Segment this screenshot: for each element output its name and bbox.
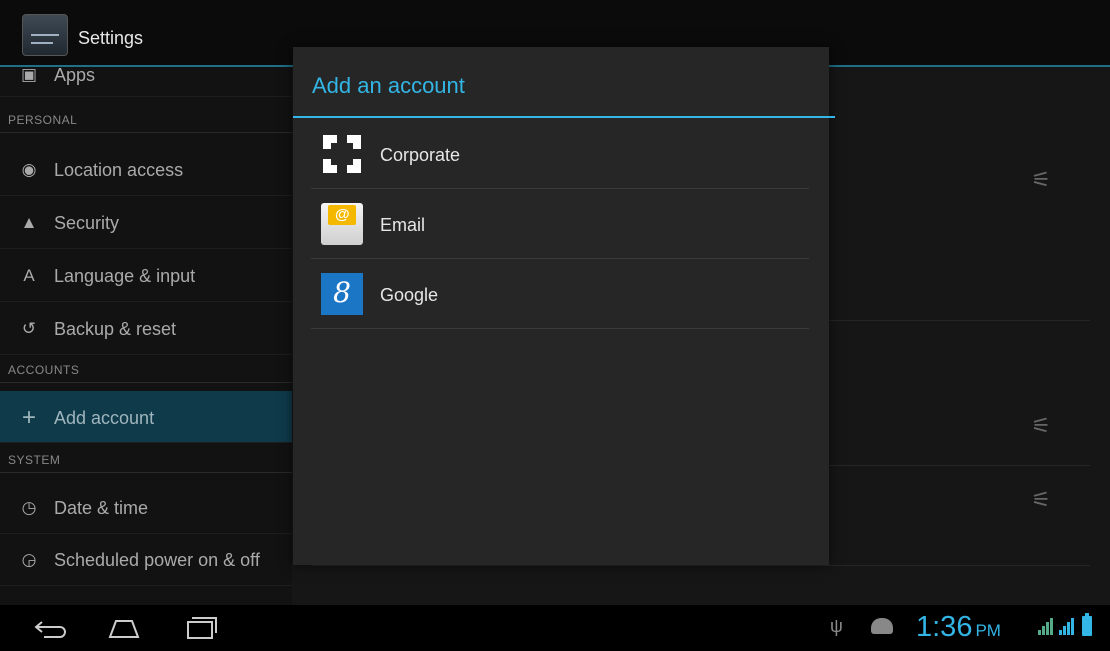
power-schedule-icon: ◶	[21, 550, 37, 569]
clock-icon: ◷	[21, 498, 37, 517]
account-option-label: Corporate	[380, 145, 461, 165]
section-header-label: PERSONAL	[8, 113, 78, 127]
sidebar-item-apps[interactable]: ▣ Apps	[0, 67, 292, 97]
sidebar-item-backup-reset[interactable]: ↺ Backup & reset	[0, 302, 292, 355]
apps-icon: ▣	[20, 67, 38, 84]
sidebar-item-date-time[interactable]: ◷ Date & time	[0, 481, 292, 534]
sidebar-item-label: Security	[54, 213, 120, 233]
sidebar-item-scheduled-power[interactable]: ◶ Scheduled power on & off	[0, 533, 292, 586]
section-header-system: SYSTEM	[0, 447, 292, 473]
account-option-email[interactable]: @ Email	[311, 189, 809, 259]
sidebar-item-add-account[interactable]: + Add account	[0, 391, 292, 443]
dialog-title: Add an account	[312, 73, 465, 98]
language-icon: A	[23, 266, 35, 285]
sidebar-item-label: Date & time	[54, 498, 149, 518]
battery-icon	[1082, 613, 1092, 636]
location-icon: ◉	[21, 160, 37, 179]
sync-settings-icon[interactable]: ⚟	[1028, 487, 1054, 513]
sidebar-item-label: Add account	[54, 408, 155, 428]
sidebar-item-language-input[interactable]: A Language & input	[0, 249, 292, 302]
account-option-corporate[interactable]: Corporate	[311, 119, 809, 189]
sidebar-item-label: Backup & reset	[54, 319, 177, 339]
sync-settings-icon[interactable]: ⚟	[1028, 413, 1054, 439]
system-bar: ψ 1:36 PM	[0, 605, 1110, 651]
status-clock[interactable]: 1:36 PM	[916, 611, 1001, 644]
section-header-accounts: ACCOUNTS	[0, 357, 292, 383]
account-option-label: Email	[380, 215, 426, 235]
home-icon[interactable]	[104, 613, 144, 643]
section-header-personal: PERSONAL	[0, 107, 292, 133]
sidebar-item-label: Scheduled power on & off	[54, 550, 260, 570]
section-header-label: ACCOUNTS	[8, 363, 80, 377]
settings-app-icon[interactable]	[22, 14, 68, 56]
android-debug-icon	[871, 618, 893, 634]
usb-icon: ψ	[830, 616, 843, 636]
sidebar-item-label: Location access	[54, 160, 184, 180]
clock-ampm: PM	[975, 621, 1001, 640]
dialog-title-divider	[293, 116, 835, 118]
plus-icon: +	[21, 404, 36, 431]
clock-time: 1:36	[916, 611, 973, 643]
backup-icon: ↺	[21, 319, 37, 338]
divider	[312, 565, 1090, 566]
sync-settings-icon[interactable]: ⚟	[1028, 167, 1054, 193]
signal-icon	[1059, 618, 1074, 635]
sidebar-item-label: Apps	[54, 67, 96, 85]
sidebar-item-location-access[interactable]: ◉ Location access	[0, 143, 292, 196]
back-icon[interactable]	[30, 613, 70, 643]
account-option-google[interactable]: 8 Google	[311, 259, 809, 329]
corporate-icon	[321, 133, 363, 175]
recent-apps-icon[interactable]	[180, 613, 220, 643]
google-icon-glyph: 8	[333, 276, 351, 309]
section-header-label: SYSTEM	[8, 453, 61, 467]
sidebar-item-security[interactable]: ▲ Security	[0, 196, 292, 249]
google-icon: 8	[321, 273, 363, 315]
email-icon: @	[321, 203, 363, 245]
lock-icon: ▲	[20, 213, 38, 232]
sidebar-item-label: Language & input	[54, 266, 196, 286]
account-option-label: Google	[380, 285, 439, 305]
add-account-dialog: Add an account Corporate @ Email 8 Googl…	[293, 47, 835, 565]
settings-sidebar: ▣ Apps PERSONAL ◉ Location access ▲ Secu…	[0, 67, 292, 605]
app-title: Settings	[78, 28, 144, 48]
signal-icon	[1038, 618, 1053, 635]
